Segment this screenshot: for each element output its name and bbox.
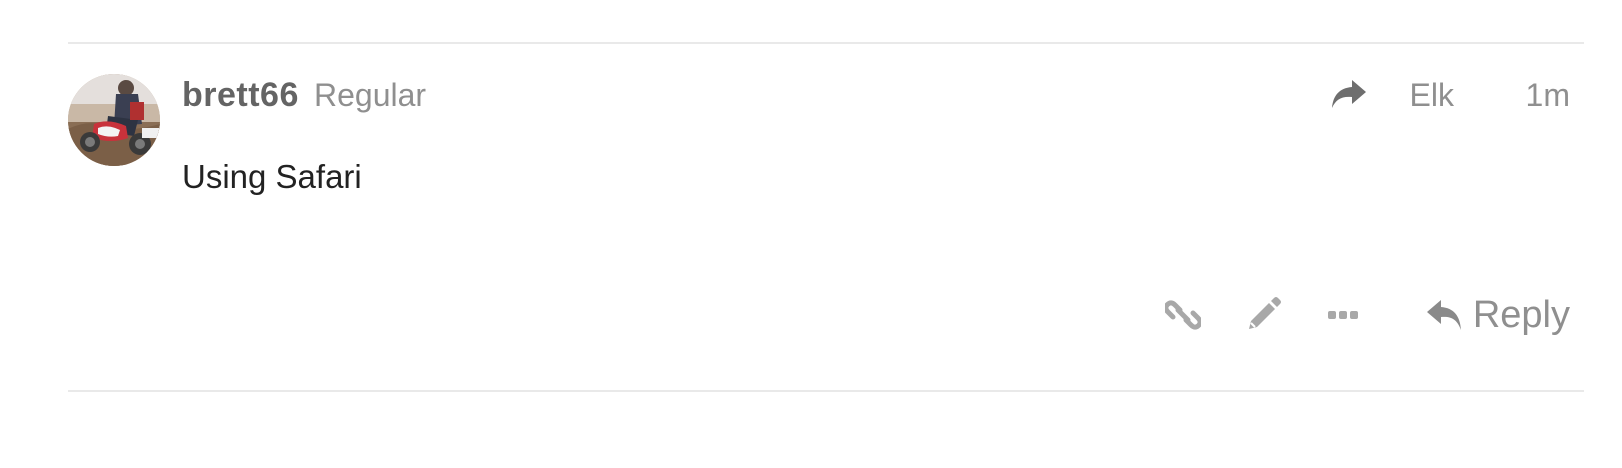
reply-to-arrow-icon[interactable]	[1330, 78, 1368, 110]
avatar-photo	[68, 74, 160, 166]
post-header: brett66 Regular Elk 1m	[182, 72, 1582, 118]
ellipsis-icon	[1327, 311, 1358, 319]
post-date[interactable]: 1m	[1526, 72, 1570, 118]
reply-to-user[interactable]: Elk	[1410, 72, 1454, 118]
user-title: Regular	[314, 77, 427, 113]
reply-button[interactable]: Reply	[1425, 292, 1570, 338]
reply-icon	[1426, 300, 1461, 330]
post-body: Using Safari	[182, 158, 362, 195]
username[interactable]: brett66	[182, 72, 299, 118]
edit-button[interactable]	[1243, 295, 1283, 335]
pencil-icon	[1248, 297, 1281, 329]
more-actions-button[interactable]	[1323, 295, 1363, 335]
reply-label: Reply	[1472, 294, 1570, 336]
avatar[interactable]	[68, 74, 160, 166]
post-bottom-divider	[68, 390, 1584, 392]
link-icon	[1164, 300, 1201, 330]
copy-link-button[interactable]	[1163, 295, 1203, 335]
topic-post: brett66 Regular Elk 1m Using Safari Repl…	[0, 0, 1622, 468]
post-actions: Reply	[1163, 292, 1570, 338]
post-top-divider	[68, 42, 1584, 44]
